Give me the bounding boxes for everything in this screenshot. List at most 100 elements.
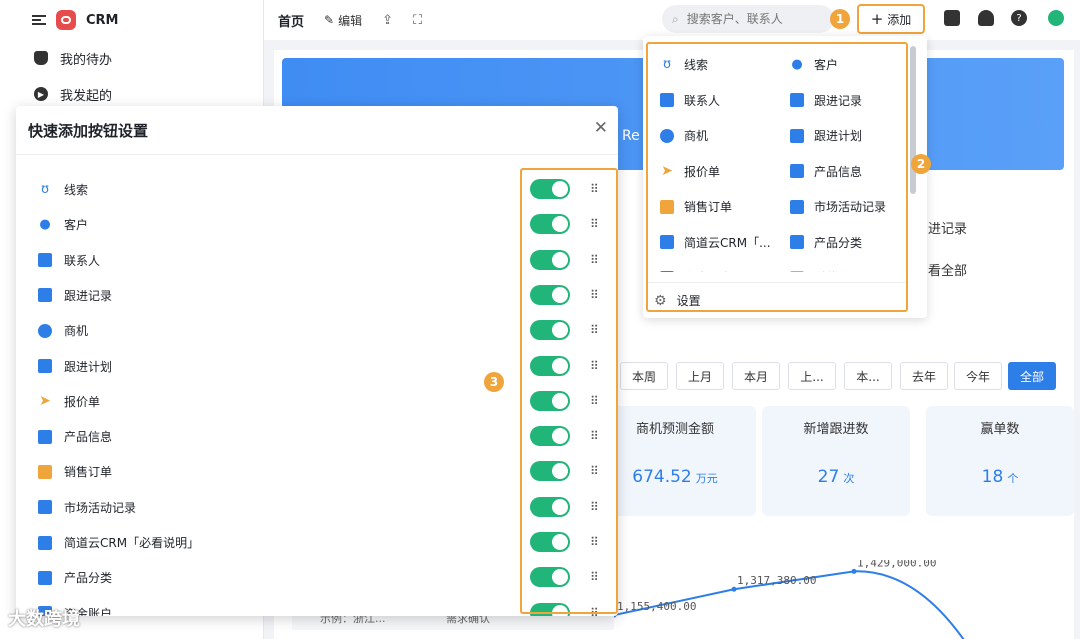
settings-label: 设置 xyxy=(676,294,701,308)
lead-icon: ʊ xyxy=(40,182,50,197)
stat-unit: 次 xyxy=(843,472,855,485)
settings-row: ➤ 报价单 xyxy=(38,384,100,419)
menu-icon[interactable] xyxy=(32,15,46,25)
dropdown-item-label: 联系人 xyxy=(684,93,721,108)
bookmark-icon xyxy=(38,570,52,585)
contact-icon xyxy=(38,253,52,268)
annotation-badge-1: 1 xyxy=(830,9,850,29)
time-filter-button[interactable]: 本周 xyxy=(620,362,668,390)
notebook-icon[interactable] xyxy=(944,10,960,26)
plus-icon: + xyxy=(870,10,884,28)
search-icon: ⌕ xyxy=(672,11,679,26)
settings-row: 跟进记录 xyxy=(38,278,112,313)
close-icon[interactable]: ✕ xyxy=(594,118,608,138)
customer-icon: ● xyxy=(39,217,51,233)
customer-icon: ● xyxy=(791,57,803,72)
dropdown-item-label: 报价单 xyxy=(684,164,721,179)
view-all-link[interactable]: 看全部 xyxy=(928,260,967,279)
stat-value: 27 xyxy=(817,467,840,487)
bell-icon xyxy=(34,51,48,65)
settings-row-label: 客户 xyxy=(64,218,89,233)
time-filter-button[interactable]: 上... xyxy=(788,362,836,390)
dropdown-item[interactable]: ʊ 线索 xyxy=(660,47,784,82)
stat-value-row: 18 个 xyxy=(926,467,1074,487)
quote-icon: ➤ xyxy=(39,393,51,410)
dropdown-item[interactable]: 商机 xyxy=(660,118,784,153)
dropdown-settings-item[interactable]: ⚙ 设置 xyxy=(654,292,701,309)
time-filter-button[interactable]: 本... xyxy=(844,362,892,390)
dropdown-item[interactable]: 简道云CRM「... xyxy=(660,225,784,260)
dropdown-item[interactable]: 联系人 xyxy=(660,83,784,118)
sidebar-item-todo[interactable]: 我的待办 xyxy=(0,40,263,76)
settings-row-label: 产品信息 xyxy=(64,430,113,445)
dropdown-item[interactable]: 跟进计划 xyxy=(790,118,906,153)
dropdown-item[interactable]: 资金账户 xyxy=(660,260,784,272)
stat-unit: 万元 xyxy=(695,472,718,485)
stat-label: 赢单数 xyxy=(980,422,1020,437)
edit-button[interactable]: ✎ 编辑 xyxy=(324,12,362,29)
tab-home[interactable]: 首页 xyxy=(278,11,304,30)
time-filter-button[interactable]: 本月 xyxy=(732,362,780,390)
stat-card[interactable]: 新增跟进数 27 次 xyxy=(762,406,910,516)
followup-icon xyxy=(790,93,804,107)
dropdown-item[interactable]: ➤ 报价单 xyxy=(660,154,784,189)
dropdown-item-label: 客户 xyxy=(814,58,839,72)
settings-row-label: 线索 xyxy=(64,183,89,197)
dropdown-item[interactable]: 销售订单 xyxy=(660,189,784,224)
dropdown-item-label: 跟进计划 xyxy=(814,129,863,143)
notification-icon[interactable] xyxy=(978,10,994,26)
stat-value: 18 xyxy=(981,467,1004,487)
edit-label: 编辑 xyxy=(338,13,363,28)
dropdown-item[interactable]: 产品信息 xyxy=(790,154,906,189)
stat-value-row: 674.52 万元 xyxy=(594,467,756,487)
account-icon xyxy=(660,270,674,272)
stat-label: 商机预测金额 xyxy=(635,422,714,437)
add-button[interactable]: + 添加 xyxy=(857,4,925,34)
sidebar-header: CRM xyxy=(0,0,263,40)
settings-row-label: 联系人 xyxy=(64,253,101,268)
time-filter-button[interactable]: 全部 xyxy=(1008,362,1056,390)
dropdown-item[interactable]: 付款单 xyxy=(790,260,906,272)
time-filter-button[interactable]: 去年 xyxy=(900,362,948,390)
data-point[interactable] xyxy=(851,568,857,574)
app-root: CRM 我的待办 ▶ 我发起的 首页 ✎ 编辑 ⇪ ⛶ ⌕ 1 + 添加 ? xyxy=(0,0,1080,639)
fullscreen-icon[interactable]: ⛶ xyxy=(413,13,422,28)
dropdown-highlight: ʊ 线索 ● 客户联系人 跟进记录商机 跟进计划 ➤ 报价单 产品信息 销售订单 市场活动记录简道云… xyxy=(646,42,908,312)
help-icon[interactable]: ? xyxy=(1011,10,1027,26)
data-point[interactable] xyxy=(731,586,737,592)
bookmark-icon xyxy=(790,235,804,249)
contact-icon xyxy=(660,93,674,107)
play-icon: ▶ xyxy=(34,87,48,101)
settings-row: 跟进计划 xyxy=(38,349,112,384)
dropdown-item-label: 简道云CRM「... xyxy=(684,235,771,250)
dropdown-item-label: 跟进记录 xyxy=(814,93,863,108)
dropdown-item[interactable]: 跟进记录 xyxy=(790,83,906,118)
order-icon xyxy=(38,464,52,479)
add-label: 添加 xyxy=(887,12,912,27)
search-box[interactable]: ⌕ xyxy=(662,5,834,33)
dropdown-item[interactable]: 产品分类 xyxy=(790,225,906,260)
add-dropdown-menu: ʊ 线索 ● 客户联系人 跟进记录商机 跟进计划 ➤ 报价单 产品信息 销售订单 市场活动记录简道云… xyxy=(643,36,931,318)
search-input[interactable] xyxy=(686,12,817,26)
avatar[interactable] xyxy=(1048,10,1064,26)
dropdown-item[interactable]: 市场活动记录 xyxy=(790,189,906,224)
dropdown-item[interactable]: ● 客户 xyxy=(790,47,906,82)
share-icon[interactable]: ⇪ xyxy=(382,13,393,28)
stat-value-row: 27 次 xyxy=(762,467,910,487)
time-filter-button[interactable]: 今年 xyxy=(954,362,1002,390)
divider xyxy=(648,282,906,283)
stat-card[interactable]: 商机预测金额 674.52 万元 xyxy=(594,406,756,516)
gear-icon: ⚙ xyxy=(654,292,667,309)
app-name: CRM xyxy=(86,12,119,28)
pencil-icon: ✎ xyxy=(324,13,335,27)
settings-row: 销售订单 xyxy=(38,454,112,489)
dropdown-item-label: 产品分类 xyxy=(814,235,863,250)
followup-link[interactable]: 进记录 xyxy=(928,218,967,237)
time-filter-button[interactable]: 上月 xyxy=(676,362,724,390)
product-icon xyxy=(790,164,804,178)
line-chart: 1,155,400.00 1,317,380.00 1,429,000.00 xyxy=(614,560,965,639)
settings-row-label: 简道云CRM「必看说明」 xyxy=(64,536,200,550)
followup-icon xyxy=(38,288,52,303)
stat-card[interactable]: 赢单数 18 个 xyxy=(926,406,1074,516)
quick-add-settings-modal: 快速添加按钮设置 ✕ ʊ 线索 ⠿ ● 客户 ⠿ 联系人 ⠿ 跟进记录 ⠿ 商机 ⠿ 跟进计划 ⠿ ➤ 报价单… xyxy=(16,106,618,616)
